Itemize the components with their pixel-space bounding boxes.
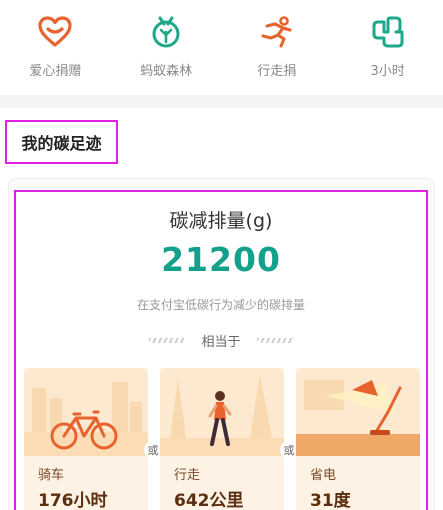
top-shortcut-row: 爱心捐赠 蚂蚁森林 行走捐 3小时 (0, 0, 443, 95)
tile-electricity-saving[interactable]: 省电 31度 (296, 368, 420, 510)
walking-woman-icon (160, 368, 284, 456)
shortcut-label: 3小时 (370, 64, 405, 79)
equivalent-label: 相当于 (201, 335, 241, 350)
tile-label: 骑车 (38, 468, 65, 483)
carbon-footprint-section: 我的碳足迹 碳减排量(g) 21200 在支付宝低碳行为减少的碳排量 相当于 骑… (0, 108, 443, 510)
tile-value: 176小时 (38, 491, 108, 510)
tile-cycling[interactable]: 骑车 176小时 (24, 368, 148, 510)
decorative-dash (256, 338, 293, 343)
equivalent-divider: 相当于 (16, 331, 426, 350)
card-heading: 碳减排量(g) (169, 210, 273, 232)
card-description: 在支付宝低碳行为减少的碳排量 (136, 298, 305, 312)
shortcut-walk-donation[interactable]: 行走捐 (227, 14, 327, 79)
tile-label: 省电 (310, 468, 337, 483)
shortcut-charity-donation[interactable]: 爱心捐赠 (5, 14, 105, 79)
shortcut-ant-forest[interactable]: 蚂蚁森林 (116, 14, 216, 79)
shortcut-label: 爱心捐赠 (29, 64, 82, 79)
carbon-reduction-card[interactable]: 碳减排量(g) 21200 在支付宝低碳行为减少的碳排量 相当于 骑车 176小… (14, 190, 428, 510)
runner-icon (259, 14, 295, 50)
tile-walking[interactable]: 行走 642公里 (160, 368, 284, 510)
tile-label: 行走 (174, 468, 201, 483)
equivalent-tiles: 骑车 176小时 或 行走 642公里 或 省电 31度 (24, 368, 420, 510)
heart-icon (37, 14, 73, 50)
ant-forest-icon (148, 14, 184, 50)
shortcut-label: 蚂蚁森林 (140, 64, 193, 79)
carbon-reduction-value: 21200 (161, 240, 281, 279)
bicycle-icon (24, 368, 148, 456)
clover-icon (370, 14, 406, 50)
desk-lamp-icon (296, 368, 420, 456)
shortcut-3-hours[interactable]: 3小时 (338, 14, 438, 79)
decorative-dash (149, 338, 186, 343)
tile-value: 31度 (310, 491, 351, 510)
section-title: 我的碳足迹 (5, 120, 118, 164)
shortcut-label: 行走捐 (257, 64, 297, 79)
tile-value: 642公里 (174, 491, 244, 510)
